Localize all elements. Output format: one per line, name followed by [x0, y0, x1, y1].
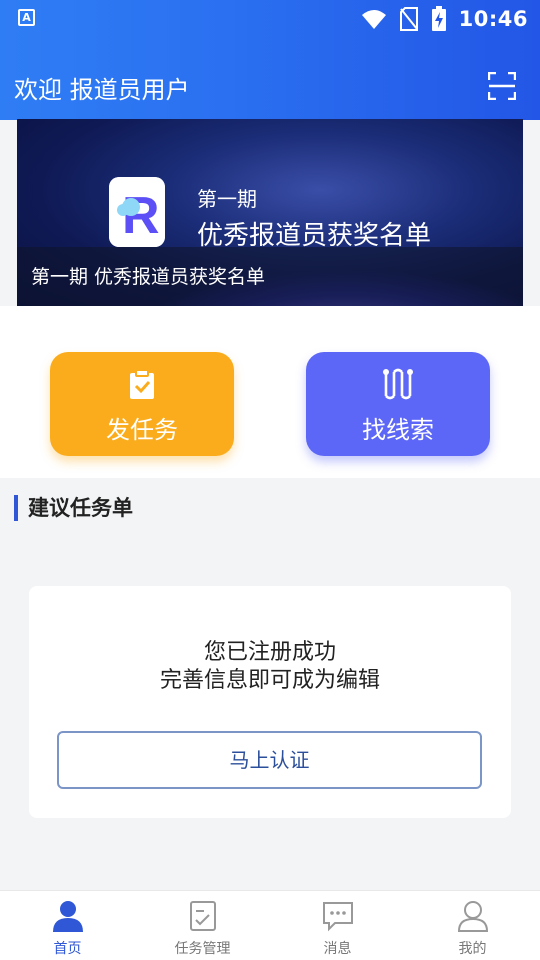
task-check-icon	[190, 901, 216, 931]
quick-actions: 发任务 找线索	[0, 306, 540, 478]
message-icon	[323, 902, 353, 932]
route-icon	[383, 368, 413, 400]
battery-icon	[431, 6, 446, 31]
tab-home-label: 首页	[53, 941, 82, 957]
tab-mine-label: 我的	[458, 941, 487, 957]
wifi-icon	[361, 10, 386, 29]
banner-logo: R	[109, 177, 165, 247]
tab-task-management[interactable]: 任务管理	[135, 891, 270, 960]
banner-issue: 第一期	[197, 187, 257, 211]
publish-task-button[interactable]: 发任务	[50, 352, 234, 456]
banner-carousel[interactable]: R 第一期 优秀报道员获奖名单 第一期 优秀报道员获奖名单	[17, 119, 523, 306]
page-title: 欢迎 报道员用户	[14, 76, 190, 104]
tab-mine[interactable]: 我的	[405, 891, 540, 960]
tab-messages-label: 消息	[323, 941, 352, 957]
user-filled-icon	[53, 901, 83, 932]
header: A 10:46 欢迎 报道员用户	[0, 0, 540, 120]
card-message-line2: 完善信息即可成为编辑	[159, 668, 380, 693]
verify-now-button[interactable]: 马上认证	[57, 731, 482, 789]
banner-caption-bar: 第一期 优秀报道员获奖名单	[17, 247, 523, 306]
tab-home[interactable]: 首页	[0, 891, 135, 960]
status-bar: A 10:46	[0, 0, 540, 38]
banner-caption: 第一期 优秀报道员获奖名单	[31, 266, 266, 288]
publish-task-label: 发任务	[106, 416, 178, 444]
section-title: 建议任务单	[14, 495, 133, 521]
no-sim-icon	[399, 7, 418, 31]
find-clue-button[interactable]: 找线索	[306, 352, 490, 456]
svg-text:R: R	[122, 187, 160, 245]
registration-card: 您已注册成功 完善信息即可成为编辑 马上认证	[29, 586, 511, 818]
user-outline-icon	[457, 901, 489, 932]
scan-icon[interactable]	[488, 72, 516, 100]
status-time: 10:46	[458, 7, 528, 31]
tab-messages[interactable]: 消息	[270, 891, 405, 960]
clipboard-icon	[130, 369, 154, 399]
app-notification-icon: A	[18, 9, 35, 26]
bottom-tab-bar: 首页 任务管理 消息 我的	[0, 890, 540, 960]
find-clue-label: 找线索	[362, 416, 434, 444]
tab-task-management-label: 任务管理	[174, 941, 231, 957]
